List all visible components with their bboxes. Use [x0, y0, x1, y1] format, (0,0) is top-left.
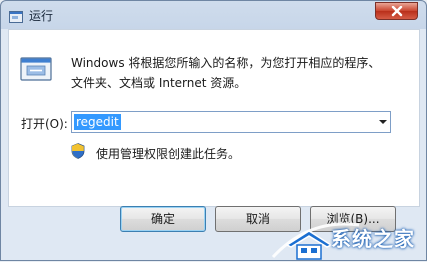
uac-shield-icon — [71, 143, 85, 159]
close-icon — [391, 6, 403, 17]
watermark-text: 系统之家 — [331, 227, 415, 251]
run-description: Windows 将根据您所输入的名称，为您打开相应的程序、 文件夹、文档或 In… — [71, 53, 401, 93]
run-program-icon — [20, 54, 52, 82]
admin-privileges-note: 使用管理权限创建此任务。 — [96, 147, 241, 161]
open-label: 打开(O): — [21, 117, 68, 131]
open-input-value[interactable]: regedit — [74, 114, 121, 130]
chevron-down-icon[interactable] — [379, 120, 387, 124]
run-dialog: 运行 Windows 将根据您所输入的名称，为您打开相应的程序、 文件夹、文档或… — [0, 0, 427, 261]
description-line-1: Windows 将根据您所输入的名称，为您打开相应的程序、 — [71, 56, 381, 70]
open-combobox[interactable]: regedit — [71, 111, 391, 133]
close-button[interactable] — [375, 2, 418, 20]
title-bar[interactable]: 运行 — [1, 1, 426, 29]
ok-button[interactable]: 确定 — [120, 206, 206, 232]
description-line-2: 文件夹、文档或 Internet 资源。 — [71, 76, 247, 90]
window-title: 运行 — [29, 9, 54, 23]
run-icon — [9, 8, 23, 23]
